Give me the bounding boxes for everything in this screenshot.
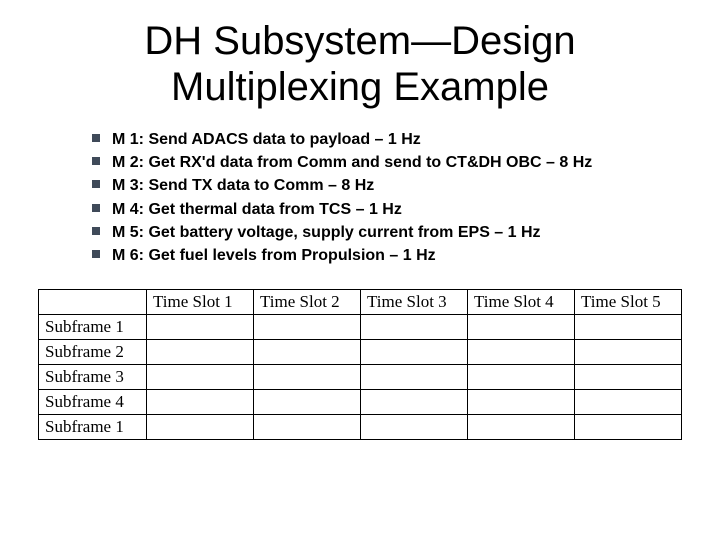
row-header: Subframe 4	[39, 390, 147, 415]
bullet-text: M 1: Send ADACS data to payload – 1 Hz	[112, 128, 421, 151]
cell	[361, 340, 468, 365]
bullet-text: M 5: Get battery voltage, supply current…	[112, 221, 541, 244]
cell	[575, 340, 682, 365]
cell	[468, 340, 575, 365]
cell	[254, 340, 361, 365]
cell	[254, 315, 361, 340]
cell	[575, 365, 682, 390]
bullet-icon	[92, 227, 100, 235]
cell	[468, 390, 575, 415]
cell	[575, 315, 682, 340]
list-item: M 3: Send TX data to Comm – 8 Hz	[92, 174, 690, 197]
cell	[575, 390, 682, 415]
bullet-list: M 1: Send ADACS data to payload – 1 Hz M…	[92, 128, 690, 267]
cell	[254, 365, 361, 390]
col-header: Time Slot 5	[575, 290, 682, 315]
table-corner	[39, 290, 147, 315]
cell	[575, 415, 682, 440]
cell	[147, 340, 254, 365]
cell	[468, 365, 575, 390]
list-item: M 2: Get RX'd data from Comm and send to…	[92, 151, 690, 174]
cell	[254, 390, 361, 415]
table: Time Slot 1 Time Slot 2 Time Slot 3 Time…	[38, 289, 682, 440]
bullet-icon	[92, 180, 100, 188]
cell	[361, 315, 468, 340]
cell	[254, 415, 361, 440]
bullet-text: M 4: Get thermal data from TCS – 1 Hz	[112, 198, 402, 221]
list-item: M 5: Get battery voltage, supply current…	[92, 221, 690, 244]
list-item: M 6: Get fuel levels from Propulsion – 1…	[92, 244, 690, 267]
row-header: Subframe 1	[39, 415, 147, 440]
bullet-text: M 6: Get fuel levels from Propulsion – 1…	[112, 244, 436, 267]
table-row: Subframe 1	[39, 315, 682, 340]
bullet-text: M 2: Get RX'd data from Comm and send to…	[112, 151, 592, 174]
cell	[147, 315, 254, 340]
bullet-icon	[92, 134, 100, 142]
cell	[361, 415, 468, 440]
cell	[147, 415, 254, 440]
cell	[147, 365, 254, 390]
list-item: M 1: Send ADACS data to payload – 1 Hz	[92, 128, 690, 151]
cell	[147, 390, 254, 415]
col-header: Time Slot 1	[147, 290, 254, 315]
row-header: Subframe 2	[39, 340, 147, 365]
cell	[468, 315, 575, 340]
bullet-icon	[92, 250, 100, 258]
table-row: Subframe 1	[39, 415, 682, 440]
row-header: Subframe 1	[39, 315, 147, 340]
col-header: Time Slot 3	[361, 290, 468, 315]
bullet-icon	[92, 157, 100, 165]
cell	[361, 365, 468, 390]
slide: DH Subsystem—Design Multiplexing Example…	[0, 0, 720, 540]
bullet-icon	[92, 204, 100, 212]
list-item: M 4: Get thermal data from TCS – 1 Hz	[92, 198, 690, 221]
table-row: Subframe 4	[39, 390, 682, 415]
cell	[468, 415, 575, 440]
table-header-row: Time Slot 1 Time Slot 2 Time Slot 3 Time…	[39, 290, 682, 315]
title-line-2: Multiplexing Example	[171, 65, 549, 109]
table-row: Subframe 3	[39, 365, 682, 390]
bullet-text: M 3: Send TX data to Comm – 8 Hz	[112, 174, 374, 197]
title-line-1: DH Subsystem—Design	[144, 19, 575, 63]
timeslot-table: Time Slot 1 Time Slot 2 Time Slot 3 Time…	[38, 289, 682, 440]
table-row: Subframe 2	[39, 340, 682, 365]
cell	[361, 390, 468, 415]
slide-title: DH Subsystem—Design Multiplexing Example	[30, 18, 690, 110]
col-header: Time Slot 2	[254, 290, 361, 315]
col-header: Time Slot 4	[468, 290, 575, 315]
row-header: Subframe 3	[39, 365, 147, 390]
